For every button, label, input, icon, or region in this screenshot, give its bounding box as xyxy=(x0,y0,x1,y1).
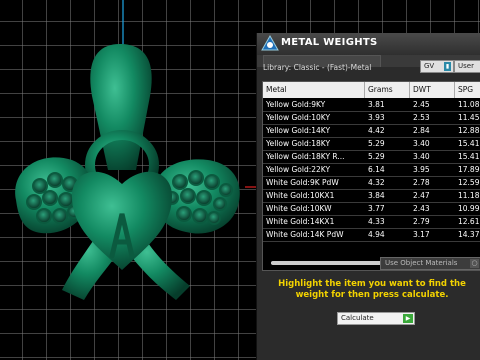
cell-grams: 4.32 xyxy=(368,178,385,187)
metal-weights-table[interactable]: Metal Grams DWT SPG Yellow Gold:9KY 3.81 2… xyxy=(262,81,480,271)
panel-title-bar: METAL WEIGHTS xyxy=(257,33,480,56)
panel-title: METAL WEIGHTS xyxy=(281,37,378,48)
cell-spg: 14.37 xyxy=(458,230,480,239)
user-toggle-label: User xyxy=(458,62,474,70)
cell-metal: White Gold:10KW xyxy=(266,204,332,213)
table-row[interactable]: Yellow Gold:22KY 6.14 3.95 17.89 xyxy=(263,164,480,177)
cell-dwt: 2.45 xyxy=(413,100,430,109)
cell-metal: Yellow Gold:9KY xyxy=(266,100,326,109)
cell-dwt: 2.47 xyxy=(413,191,430,200)
column-header-spg[interactable]: SPG xyxy=(455,82,480,98)
use-object-materials-checkbox[interactable]: Use Object Materials ○ xyxy=(380,257,480,270)
toggle-indicator-icon: ▮ xyxy=(444,62,451,71)
gv-toggle[interactable]: GV ▮ xyxy=(420,60,454,73)
cell-grams: 4.94 xyxy=(368,230,385,239)
cell-dwt: 2.84 xyxy=(413,126,430,135)
cell-spg: 15.41 xyxy=(458,139,480,148)
cell-spg: 11.45 xyxy=(458,113,480,122)
table-row[interactable]: White Gold:10KX1 3.84 2.47 11.18 xyxy=(263,190,480,203)
cell-grams: 3.84 xyxy=(368,191,385,200)
cell-spg: 15.41 xyxy=(458,152,480,161)
cell-metal: Yellow Gold:18KY R... xyxy=(266,152,345,161)
cell-dwt: 3.40 xyxy=(413,139,430,148)
calculate-dropdown[interactable]: Calculate ▶ xyxy=(337,312,415,325)
cell-dwt: 3.40 xyxy=(413,152,430,161)
column-header-dwt[interactable]: DWT xyxy=(410,82,455,98)
cell-metal: Yellow Gold:14KY xyxy=(266,126,331,135)
library-label: Library: Classic - (Fast)-Metal xyxy=(263,63,372,72)
cell-spg: 11.18 xyxy=(458,191,480,200)
cell-metal: Yellow Gold:22KY xyxy=(266,165,331,174)
cell-metal: Yellow Gold:10KY xyxy=(266,113,331,122)
cell-grams: 3.81 xyxy=(368,100,385,109)
cell-grams: 4.42 xyxy=(368,126,385,135)
gv-toggle-label: GV xyxy=(424,62,435,70)
cell-grams: 4.33 xyxy=(368,217,385,226)
table-row[interactable]: Yellow Gold:18KY R... 5.29 3.40 15.41 xyxy=(263,151,480,164)
cell-dwt: 2.79 xyxy=(413,217,430,226)
cell-dwt: 3.95 xyxy=(413,165,430,174)
table-header: Metal Grams DWT SPG xyxy=(263,82,480,98)
go-arrow-icon[interactable]: ▶ xyxy=(403,314,413,323)
table-row[interactable]: Yellow Gold:18KY 5.29 3.40 15.41 xyxy=(263,138,480,151)
table-row[interactable]: Yellow Gold:9KY 3.81 2.45 11.08 xyxy=(263,99,480,112)
cell-metal: White Gold:10KX1 xyxy=(266,191,335,200)
use-object-materials-label: Use Object Materials xyxy=(385,259,458,267)
cell-spg: 12.61 xyxy=(458,217,480,226)
user-toggle[interactable]: User xyxy=(454,60,480,73)
cell-metal: White Gold:9K PdW xyxy=(266,178,339,187)
cell-grams: 5.29 xyxy=(368,152,385,161)
cell-spg: 10.99 xyxy=(458,204,480,213)
cell-grams: 3.77 xyxy=(368,204,385,213)
table-body: Yellow Gold:9KY 3.81 2.45 11.08 Yellow Gold:… xyxy=(263,99,480,242)
cell-spg: 17.89 xyxy=(458,165,480,174)
cell-metal: White Gold:14KX1 xyxy=(266,217,335,226)
cell-grams: 3.93 xyxy=(368,113,385,122)
table-row[interactable]: White Gold:14KX1 4.33 2.79 12.61 xyxy=(263,216,480,229)
table-row[interactable]: White Gold:10KW 3.77 2.43 10.99 xyxy=(263,203,480,216)
cell-grams: 5.29 xyxy=(368,139,385,148)
calculate-label: Calculate xyxy=(341,314,374,322)
cell-dwt: 3.17 xyxy=(413,230,430,239)
cell-metal: White Gold:14K PdW xyxy=(266,230,344,239)
column-header-grams[interactable]: Grams xyxy=(365,82,410,98)
table-row[interactable]: Yellow Gold:10KY 3.93 2.53 11.45 xyxy=(263,112,480,125)
cell-spg: 12.59 xyxy=(458,178,480,187)
table-row[interactable]: White Gold:9K PdW 4.32 2.78 12.59 xyxy=(263,177,480,190)
checkbox-icon[interactable]: ○ xyxy=(470,259,479,268)
cell-spg: 12.88 xyxy=(458,126,480,135)
cell-dwt: 2.43 xyxy=(413,204,430,213)
cell-spg: 11.08 xyxy=(458,100,480,109)
app-logo-icon xyxy=(261,35,279,51)
instruction-text: Highlight the item you want to find the … xyxy=(278,279,466,300)
metal-weights-panel: METAL WEIGHTS Library: Classic - (Fast)-… xyxy=(256,33,480,360)
column-header-metal[interactable]: Metal xyxy=(263,82,365,98)
cell-dwt: 2.53 xyxy=(413,113,430,122)
cell-dwt: 2.78 xyxy=(413,178,430,187)
table-row[interactable]: Yellow Gold:14KY 4.42 2.84 12.88 xyxy=(263,125,480,138)
cell-metal: Yellow Gold:18KY xyxy=(266,139,331,148)
table-row[interactable]: White Gold:14K PdW 4.94 3.17 14.37 xyxy=(263,229,480,242)
cell-grams: 6.14 xyxy=(368,165,385,174)
